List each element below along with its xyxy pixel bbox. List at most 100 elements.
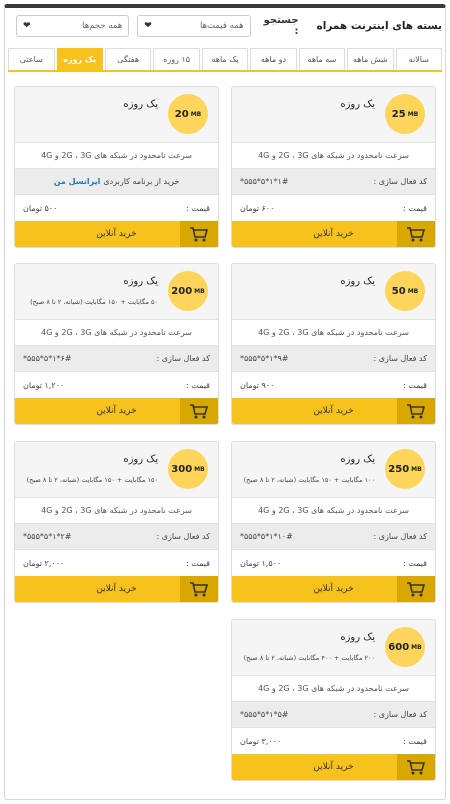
package-name: یک روزه [123, 276, 158, 287]
cart-icon-svg [190, 582, 209, 597]
activation-code: *۵۵۵*۵*۱*۲# [23, 532, 72, 541]
volume-unit: MB [411, 643, 422, 651]
price-value: ۱,۲۰۰ تومان [23, 380, 65, 390]
tab-two-month[interactable]: دو ماهه [250, 48, 297, 70]
activation-code-label: کد فعال سازی : [373, 710, 427, 719]
price-value: ۱,۵۰۰ تومان [240, 558, 282, 568]
buy-online-button[interactable]: خرید آنلاین [232, 221, 435, 247]
volume-badge: 200 MB [168, 271, 208, 311]
package-card: 300 MB یک روزه ۱۵۰ مگابایت + ۱۵۰ مگابایت (ش… [14, 441, 219, 603]
cart-icon-svg [190, 404, 209, 419]
cart-icon [397, 221, 435, 247]
package-card: 50 MB یک روزه سرعت نامحدود در شبکه های 2G ،… [231, 263, 436, 425]
app-link[interactable]: ایرانسل من [54, 177, 101, 186]
volume-select-value: همه حجم‌ها [82, 21, 123, 31]
page-title: بسته های اینترنت همراه [316, 20, 442, 32]
card-header: 600 MB یک روزه ۲۰۰ مگابایت + ۴۰۰ مگابایت (ش… [232, 620, 435, 676]
price-row: قیمت : ۵۰۰ تومان [15, 195, 218, 221]
volume-unit: MB [407, 110, 419, 118]
tab-one-month[interactable]: یک ماهه [201, 48, 249, 70]
package-name: یک روزه [340, 276, 375, 287]
price-label: قیمت : [403, 203, 427, 213]
package-card: 250 MB یک روزه ۱۰۰ مگابایت + ۱۵۰ مگابایت (ش… [231, 441, 436, 603]
volume-badge: 25 MB [385, 94, 425, 134]
cart-icon-svg [190, 227, 209, 242]
buy-online-label: خرید آنلاین [313, 584, 354, 594]
volume-unit: MB [411, 465, 422, 473]
buy-online-label: خرید آنلاین [96, 229, 137, 239]
tab-yearly[interactable]: سالانه [395, 48, 442, 70]
activation-code: *۵۵۵*۵*۱*۹# [240, 354, 289, 363]
price-row: قیمت : ۲,۰۰۰ تومان [15, 550, 218, 576]
volume-select[interactable]: همه حجم‌ها ❤ [16, 15, 130, 37]
speed-info: سرعت نامحدود در شبکه های 2G ، 3G و 4G [15, 320, 218, 346]
card-header: 25 MB یک روزه [232, 87, 435, 143]
duration-tabs: سالانه شش ماهه سه ماهه دو ماهه یک ماهه ۱… [8, 48, 442, 72]
price-select[interactable]: همه قیمت‌ها ❤ [137, 15, 251, 37]
activation-code: *۵۵۵*۵*۱*۵# [240, 710, 289, 719]
price-label: قیمت : [403, 736, 427, 746]
volume-value: 600 [388, 641, 410, 653]
activation-code-row: کد فعال سازی : *۵۵۵*۵*۱*۱۰# [232, 524, 435, 550]
package-name: یک روزه [123, 454, 158, 465]
package-card: 25 MB یک روزه سرعت نامحدود در شبکه های 2G ،… [231, 86, 436, 248]
volume-badge: 250 MB [385, 449, 425, 489]
speed-info: سرعت نامحدود در شبکه های 2G ، 3G و 4G [232, 320, 435, 346]
buy-online-button[interactable]: خرید آنلاین [232, 576, 435, 602]
activation-code: *۵۵۵*۵*۱*۱۰# [240, 532, 293, 541]
app-purchase-text: خرید از برنامه کاربردی [103, 177, 180, 186]
tab-daily[interactable]: یک روزه [56, 48, 103, 70]
volume-value: 50 [391, 285, 406, 297]
package-name: یک روزه [340, 99, 375, 110]
volume-unit: MB [194, 465, 205, 473]
tab-hourly[interactable]: ساعتی [8, 48, 55, 70]
package-name: یک روزه [340, 632, 375, 643]
package-card: 20 MB یک روزه سرعت نامحدود در شبکه های 2G ،… [14, 86, 219, 248]
activation-code-label: کد فعال سازی : [156, 354, 210, 363]
price-row: قیمت : ۱,۵۰۰ تومان [232, 550, 435, 576]
package-name: یک روزه [123, 99, 158, 110]
buy-online-button[interactable]: خرید آنلاین [232, 754, 435, 780]
buy-online-label: خرید آنلاین [96, 584, 137, 594]
cart-icon [180, 221, 218, 247]
cart-icon [397, 754, 435, 780]
speed-info: سرعت نامحدود در شبکه های 2G ، 3G و 4G [232, 676, 435, 702]
volume-unit: MB [194, 287, 205, 295]
package-name: یک روزه [340, 454, 375, 465]
buy-online-label: خرید آنلاین [313, 406, 354, 416]
tab-three-month[interactable]: سه ماهه [298, 48, 346, 70]
buy-online-button[interactable]: خرید آنلاین [232, 398, 435, 424]
volume-value: 20 [174, 108, 189, 120]
speed-info: سرعت نامحدود در شبکه های 2G ، 3G و 4G [15, 143, 218, 169]
tab-15-day[interactable]: ۱۵ روزه [153, 48, 200, 70]
card-header: 50 MB یک روزه [232, 264, 435, 320]
app-purchase-row: خرید از برنامه کاربردی ایرانسل من [15, 169, 218, 195]
tab-weekly[interactable]: هفتگی [104, 48, 152, 70]
speed-info: سرعت نامحدود در شبکه های 2G ، 3G و 4G [232, 498, 435, 524]
speed-info: سرعت نامحدود در شبکه های 2G ، 3G و 4G [15, 498, 218, 524]
volume-badge: 50 MB [385, 271, 425, 311]
activation-code-label: کد فعال سازی : [373, 532, 427, 541]
volume-badge: 300 MB [168, 449, 208, 489]
activation-code-row: کد فعال سازی : *۵۵۵*۵*۱*۱# [232, 169, 435, 195]
volume-badge: 600 MB [385, 627, 425, 667]
search-label: جستجو : [263, 15, 299, 37]
cart-icon [180, 398, 218, 424]
price-row: قیمت : ۶۰۰ تومان [232, 195, 435, 221]
buy-online-button[interactable]: خرید آنلاین [15, 221, 218, 247]
card-header: 200 MB یک روزه ۵۰ مگابایت + ۱۵۰ مگابایت (شب… [15, 264, 218, 320]
buy-online-button[interactable]: خرید آنلاین [15, 576, 218, 602]
activation-code: *۵۵۵*۵*۱*۱# [240, 177, 289, 186]
price-value: ۵۰۰ تومان [23, 203, 58, 213]
price-value: ۶۰۰ تومان [240, 203, 275, 213]
activation-code-label: کد فعال سازی : [373, 354, 427, 363]
activation-code-row: کد فعال سازی : *۵۵۵*۵*۱*۵# [232, 702, 435, 728]
buy-online-button[interactable]: خرید آنلاین [15, 398, 218, 424]
tab-six-month[interactable]: شش ماهه [347, 48, 394, 70]
card-header: 300 MB یک روزه ۱۵۰ مگابایت + ۱۵۰ مگابایت (ش… [15, 442, 218, 498]
volume-value: 25 [391, 108, 406, 120]
package-card: 600 MB یک روزه ۲۰۰ مگابایت + ۴۰۰ مگابایت (ش… [231, 619, 436, 781]
price-label: قیمت : [186, 558, 210, 568]
card-header: 20 MB یک روزه [15, 87, 218, 143]
buy-online-label: خرید آنلاین [96, 406, 137, 416]
